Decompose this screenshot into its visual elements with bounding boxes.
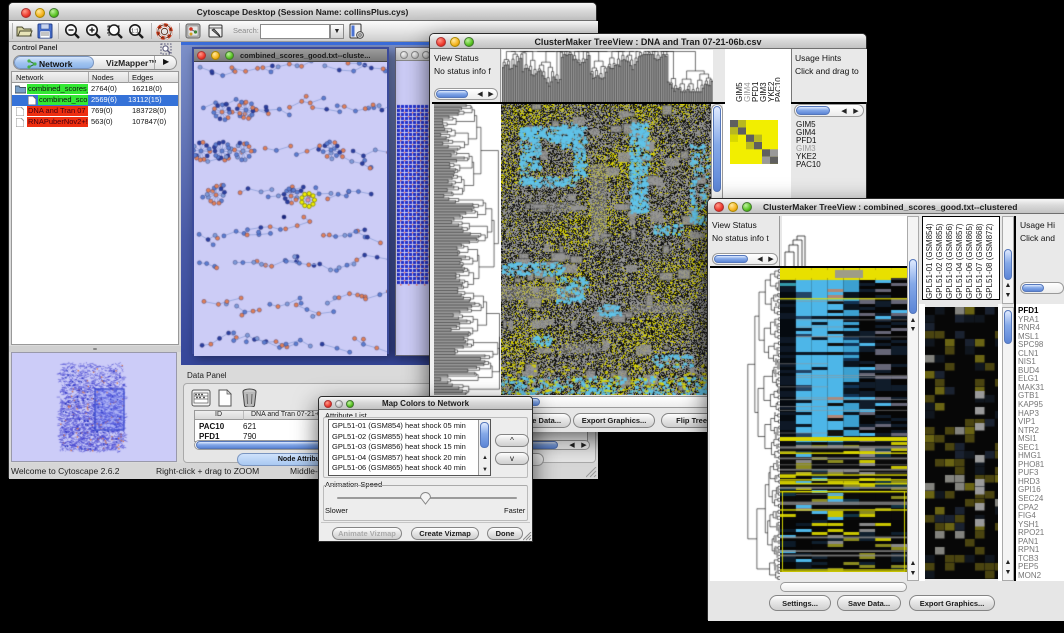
svg-text:PAC10: PAC10 <box>774 77 780 102</box>
svg-text:GPL51-08 (GSM872): GPL51-08 (GSM872) <box>985 223 994 299</box>
svg-text:GPL51-01 (GSM854): GPL51-01 (GSM854) <box>925 223 934 299</box>
svg-text:GPL51-06 (GSM865): GPL51-06 (GSM865) <box>965 223 974 299</box>
svg-text:GPL51-02 (GSM855): GPL51-02 (GSM855) <box>935 223 944 299</box>
svg-text:GPL51-07 (GSM868): GPL51-07 (GSM868) <box>975 223 984 299</box>
svg-text:GPL51-03 (GSM856): GPL51-03 (GSM856) <box>945 223 954 299</box>
svg-text:1:1: 1:1 <box>131 28 139 34</box>
svg-text:GPL51-04 (GSM857): GPL51-04 (GSM857) <box>955 223 964 299</box>
